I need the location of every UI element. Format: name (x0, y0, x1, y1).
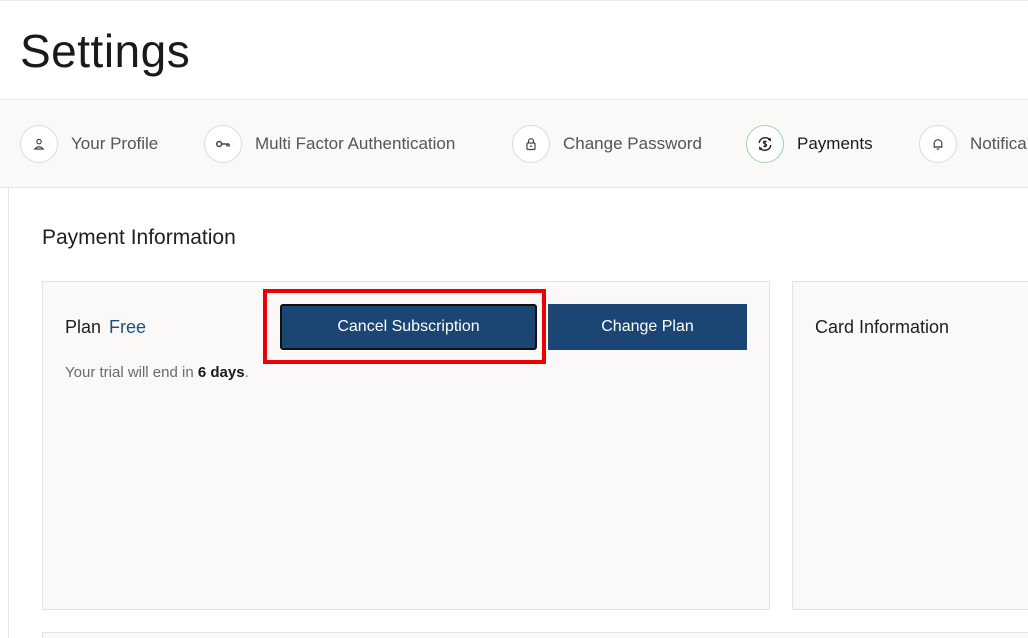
tab-change-password[interactable]: Change Password (512, 124, 702, 164)
page-title: Settings (20, 25, 191, 77)
cancel-subscription-button[interactable]: Cancel Subscription (280, 304, 537, 350)
settings-tabs: Your Profile Multi Factor Authentication (0, 100, 1028, 188)
tab-payments[interactable]: Payments (746, 124, 873, 164)
settings-page: Settings Your Profile Multi Factor Authe… (0, 0, 1028, 638)
change-plan-button[interactable]: Change Plan (548, 304, 747, 350)
card-information-card: Card Information (792, 281, 1028, 610)
divider (8, 188, 9, 638)
card-information-title: Card Information (815, 317, 950, 337)
tab-notifications[interactable]: Notifica (919, 124, 1027, 164)
trial-notice-suffix: . (244, 364, 249, 381)
payment-information-heading: Payment Information (42, 226, 236, 249)
tab-label: Multi Factor Authentication (255, 134, 456, 153)
trial-notice-prefix: Your trial will end in (65, 364, 198, 381)
trial-notice: Your trial will end in 6 days. (65, 364, 249, 381)
tab-multi-factor-authentication[interactable]: Multi Factor Authentication (204, 124, 455, 164)
trial-days: 6 days (197, 364, 245, 381)
key-icon (204, 125, 242, 163)
tab-label: Change Password (563, 134, 702, 153)
page-header: Settings (0, 0, 1028, 100)
plan-row: Plan Free (65, 317, 146, 338)
bottom-card (42, 632, 1028, 638)
tab-your-profile[interactable]: Your Profile (20, 124, 158, 164)
bell-icon (919, 125, 957, 163)
plan-value: Free (109, 317, 147, 337)
tab-label: Payments (797, 134, 873, 153)
tab-label: Notifica (970, 134, 1027, 153)
plan-label: Plan (65, 317, 102, 337)
user-icon (20, 125, 58, 163)
tab-label: Your Profile (71, 134, 159, 153)
lock-icon (512, 125, 550, 163)
payment-cycle-icon (746, 125, 784, 163)
